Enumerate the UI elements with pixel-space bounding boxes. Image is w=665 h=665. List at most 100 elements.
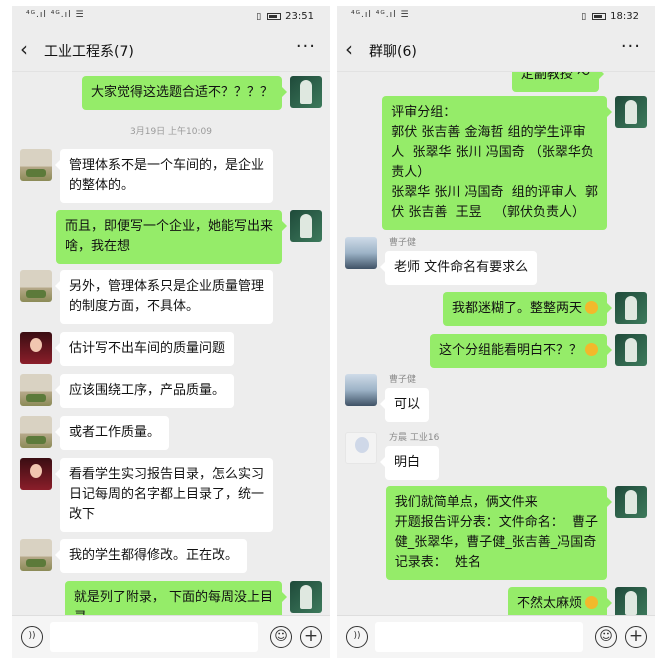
message-bubble[interactable]: 而且，即便写一个企业，她能写出来 啥，我在想 xyxy=(55,210,288,264)
avatar[interactable] xyxy=(20,539,52,571)
message-incoming: 看看学生实习报告目录，怎么实习 日记每周的名字都上目录了，统一 改下 xyxy=(20,458,274,532)
avatar[interactable] xyxy=(345,432,377,464)
message-bubble[interactable]: 看看学生实习报告目录，怎么实习 日记每周的名字都上目录了，统一 改下 xyxy=(54,458,274,532)
message-bubble[interactable]: 这个分组能看明白不？？ xyxy=(429,334,613,368)
message-input[interactable] xyxy=(375,622,583,652)
sender-name: 方晨 工业16 xyxy=(389,433,440,443)
avatar[interactable] xyxy=(20,149,52,181)
avatar[interactable] xyxy=(615,486,647,518)
avatar[interactable] xyxy=(20,416,52,448)
voice-icon[interactable]: )) xyxy=(346,626,368,648)
message-text: 我都迷糊了。整整两天 xyxy=(451,301,582,316)
message-bubble[interactable]: 估计写不出车间的质量问题 xyxy=(54,332,235,366)
avatar[interactable] xyxy=(345,374,377,406)
message-bubble[interactable]: 明白 xyxy=(379,446,440,480)
avatar[interactable] xyxy=(615,334,647,366)
message-incoming: 管理体系不是一个车间的，是企业 的整体的。 xyxy=(20,149,274,203)
message-list[interactable]: 定副教授 ～ 评审分组： 郭伏 张吉善 金海哲 组的学生评审 人 张翠华 张川 … xyxy=(337,72,655,615)
avatar[interactable] xyxy=(615,292,647,324)
message-outgoing: 评审分组： 郭伏 张吉善 金海哲 组的学生评审 人 张翠华 张川 冯国奇 （张翠… xyxy=(382,96,647,230)
input-bar: )) ☺ + xyxy=(12,615,330,658)
message-bubble[interactable]: 管理体系不是一个车间的，是企业 的整体的。 xyxy=(54,149,274,203)
message-incoming: 应该围绕工序，产品质量。 xyxy=(20,374,235,408)
emoji-icon xyxy=(585,596,598,609)
message-list[interactable]: 大家觉得这选题合适不？？？？ 3月19日 上午10:09 管理体系不是一个车间的… xyxy=(12,72,330,615)
message-bubble[interactable]: 另外，管理体系只是企业质量管理 的制度方面，不具体。 xyxy=(54,270,274,324)
message-outgoing: 我们就简单点，俩文件来 开题报告评分表：文件命名： 曹子 健_张翠华，曹子健_张… xyxy=(385,486,647,580)
vibrate-icon: ▯ xyxy=(256,12,262,22)
right-chat-screen: ⁴ᴳ.ıl ⁴ᴳ.ıl ☰ ▯ 18:32 ‹ 群聊(6) ··· 定副教授 ～ … xyxy=(337,6,655,658)
message-bubble[interactable]: 定副教授 ～ xyxy=(511,72,605,92)
sender-name: 曹子健 xyxy=(389,238,417,248)
avatar[interactable] xyxy=(20,270,52,302)
chat-header: ‹ 工业工程系(7) ··· xyxy=(12,28,330,72)
avatar[interactable] xyxy=(20,458,52,490)
message-bubble[interactable]: 可以 xyxy=(379,388,430,422)
message-text: 不然太麻烦 xyxy=(516,596,582,611)
chat-header: ‹ 群聊(6) ··· xyxy=(337,28,655,72)
message-incoming: 估计写不出车间的质量问题 xyxy=(20,332,235,366)
message-incoming: 我的学生都得修改。正在改。 xyxy=(20,539,248,573)
message-incoming: 曹子健 可以 xyxy=(345,374,430,422)
avatar[interactable] xyxy=(615,587,647,615)
status-bar: ⁴ᴳ.ıl ⁴ᴳ.ıl ☰ ▯ 18:32 xyxy=(337,6,655,28)
message-outgoing: 定副教授 ～ xyxy=(511,72,647,92)
voice-icon[interactable]: )) xyxy=(21,626,43,648)
vibrate-icon: ▯ xyxy=(581,12,587,22)
message-outgoing: 就是列了附录， 下面的每周没上目 录 xyxy=(64,581,322,615)
avatar[interactable] xyxy=(20,374,52,406)
chat-title: 工业工程系(7) xyxy=(44,44,134,60)
signal-icons: ⁴ᴳ.ıl ⁴ᴳ.ıl ☰ xyxy=(351,10,410,20)
message-bubble[interactable]: 老师 文件命名有要求么 xyxy=(379,251,538,285)
more-icon[interactable]: ··· xyxy=(621,36,641,57)
avatar[interactable] xyxy=(345,237,377,269)
chat-title: 群聊(6) xyxy=(369,44,417,60)
message-bubble[interactable]: 大家觉得这选题合适不？？？？ xyxy=(81,76,288,110)
message-outgoing: 我都迷糊了。整整两天 xyxy=(442,292,647,326)
message-bubble[interactable]: 我都迷糊了。整整两天 xyxy=(442,292,613,326)
message-outgoing: 这个分组能看明白不？？ xyxy=(429,334,647,368)
message-bubble[interactable]: 就是列了附录， 下面的每周没上目 录 xyxy=(64,581,288,615)
avatar[interactable] xyxy=(615,96,647,128)
message-stack: 曹子健 老师 文件命名有要求么 xyxy=(377,237,538,285)
more-icon[interactable]: ··· xyxy=(296,36,316,57)
battery-icon xyxy=(267,12,282,20)
avatar[interactable] xyxy=(290,581,322,613)
message-outgoing: 大家觉得这选题合适不？？？？ xyxy=(81,76,322,110)
plus-icon[interactable]: + xyxy=(625,626,647,648)
smiley-icon[interactable]: ☺ xyxy=(595,626,617,648)
input-bar: )) ☺ + xyxy=(337,615,655,658)
message-incoming: 另外，管理体系只是企业质量管理 的制度方面，不具体。 xyxy=(20,270,274,324)
message-text: 这个分组能看明白不？？ xyxy=(438,343,582,358)
left-chat-screen: ⁴ᴳ.ıl ⁴ᴳ.ıl ☰ ▯ 23:51 ‹ 工业工程系(7) ··· 大家觉得… xyxy=(12,6,330,658)
message-stack: 曹子健 可以 xyxy=(377,374,430,422)
emoji-icon xyxy=(585,301,598,314)
message-stack: 方晨 工业16 明白 xyxy=(377,432,440,480)
back-icon[interactable]: ‹ xyxy=(20,37,28,61)
avatar[interactable] xyxy=(290,76,322,108)
message-bubble[interactable]: 不然太麻烦 xyxy=(507,587,613,615)
message-bubble[interactable]: 评审分组： 郭伏 张吉善 金海哲 组的学生评审 人 张翠华 张川 冯国奇 （张翠… xyxy=(382,96,612,230)
back-icon[interactable]: ‹ xyxy=(345,37,353,61)
message-input[interactable] xyxy=(50,622,258,652)
plus-icon[interactable]: + xyxy=(300,626,322,648)
signal-icons: ⁴ᴳ.ıl ⁴ᴳ.ıl ☰ xyxy=(26,10,85,20)
avatar[interactable] xyxy=(20,332,52,364)
status-right: ▯ 23:51 xyxy=(256,11,314,22)
message-bubble[interactable]: 我们就简单点，俩文件来 开题报告评分表：文件命名： 曹子 健_张翠华，曹子健_张… xyxy=(385,486,613,580)
avatar[interactable] xyxy=(290,210,322,242)
message-incoming: 方晨 工业16 明白 xyxy=(345,432,440,480)
clock: 23:51 xyxy=(285,11,314,22)
status-right: ▯ 18:32 xyxy=(581,11,639,22)
message-incoming: 或者工作质量。 xyxy=(20,416,170,450)
battery-icon xyxy=(592,12,607,20)
message-bubble[interactable]: 应该围绕工序，产品质量。 xyxy=(54,374,235,408)
message-incoming: 曹子健 老师 文件命名有要求么 xyxy=(345,237,538,285)
message-bubble[interactable]: 或者工作质量。 xyxy=(54,416,170,450)
message-outgoing: 而且，即便写一个企业，她能写出来 啥，我在想 xyxy=(55,210,322,264)
status-bar: ⁴ᴳ.ıl ⁴ᴳ.ıl ☰ ▯ 23:51 xyxy=(12,6,330,28)
timestamp: 3月19日 上午10:09 xyxy=(130,127,212,137)
message-bubble[interactable]: 我的学生都得修改。正在改。 xyxy=(54,539,248,573)
emoji-icon xyxy=(585,343,598,356)
smiley-icon[interactable]: ☺ xyxy=(270,626,292,648)
